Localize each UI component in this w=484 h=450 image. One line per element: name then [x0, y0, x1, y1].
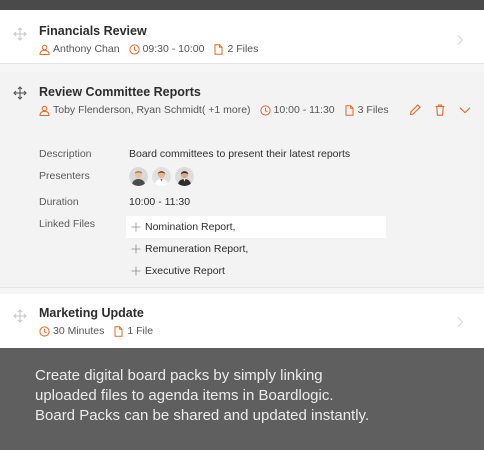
promo-caption: Create digital board packs by simply lin… — [0, 348, 484, 450]
duration-value: 10:00 - 11:30 — [129, 196, 191, 208]
avatar[interactable] — [175, 167, 194, 186]
drag-handle-icon[interactable] — [131, 222, 141, 232]
drag-handle-icon[interactable] — [131, 244, 141, 254]
time-text: 09:30 - 10:00 — [142, 43, 205, 55]
files-count: 3 Files — [357, 104, 389, 116]
agenda-item-meta: Anthony Chan 09:30 - 10:00 2 Files — [39, 43, 258, 55]
presenters-text: Toby Flenderson, Ryan Schmidt( +1 more) — [53, 104, 251, 116]
linked-files-label: Linked Files — [39, 218, 96, 230]
files-count: 1 File — [127, 325, 154, 337]
promo-text: Create digital board packs by simply lin… — [35, 366, 475, 426]
promo-line: Board Packs can be shared and updated in… — [35, 407, 370, 424]
user-icon — [39, 105, 50, 116]
item-actions — [397, 103, 472, 117]
file-icon — [213, 43, 224, 55]
files-count: 2 Files — [227, 43, 259, 55]
promo-line: Create digital board packs by simply lin… — [35, 367, 323, 384]
presenters-label: Presenters — [39, 170, 90, 182]
agenda-item-title[interactable]: Review Committee Reports — [39, 85, 201, 99]
agenda-item-title[interactable]: Marketing Update — [39, 306, 144, 320]
time-text: 10:00 - 11:30 — [273, 104, 335, 116]
time-text: 30 Minutes — [53, 325, 105, 337]
promo-line: uploaded files to agenda items in Boardl… — [35, 387, 334, 404]
agenda-item-title[interactable]: Financials Review — [39, 24, 147, 38]
description-label: Description — [39, 148, 92, 160]
linked-file-name: Executive Report — [145, 265, 225, 277]
chevron-right-icon[interactable] — [454, 34, 466, 46]
top-bar — [0, 0, 484, 10]
user-icon — [39, 44, 50, 55]
chevron-right-icon[interactable] — [454, 316, 466, 328]
avatar[interactable] — [152, 167, 171, 186]
agenda-item-review-committee-reports[interactable]: Review Committee Reports Toby Flenderson… — [0, 72, 484, 288]
description-value: Board committees to present their latest… — [129, 148, 351, 160]
clock-icon — [128, 43, 140, 55]
linked-file-item[interactable]: Executive Report — [126, 260, 386, 282]
agenda-item-meta: 30 Minutes 1 File — [39, 325, 153, 337]
linked-file-item[interactable]: Nomination Report, — [126, 216, 386, 238]
clock-icon — [39, 325, 50, 337]
file-icon — [113, 325, 124, 337]
duration-label: Duration — [39, 196, 79, 208]
presenters-text: Anthony Chan — [53, 43, 120, 55]
clock-icon — [259, 104, 271, 116]
trash-icon[interactable] — [433, 103, 447, 117]
drag-handle-icon[interactable] — [13, 27, 27, 41]
linked-file-name: Remuneration Report, — [145, 243, 249, 255]
agenda-item-marketing-update[interactable]: Marketing Update 30 Minutes 1 File — [0, 294, 484, 348]
linked-files-list: Nomination Report, Remuneration Report, … — [126, 216, 386, 282]
drag-handle-icon[interactable] — [13, 309, 27, 323]
drag-handle-icon[interactable] — [13, 86, 27, 100]
avatar[interactable] — [129, 167, 148, 186]
presenter-avatars — [129, 167, 198, 186]
agenda-item-meta: Toby Flenderson, Ryan Schmidt( +1 more) … — [39, 104, 389, 116]
file-icon — [344, 104, 355, 116]
pencil-icon[interactable] — [408, 103, 422, 117]
agenda-item-financials-review[interactable]: Financials Review Anthony Chan 09:30 - 1… — [0, 10, 484, 64]
agenda-list: Financials Review Anthony Chan 09:30 - 1… — [0, 10, 484, 348]
drag-handle-icon[interactable] — [131, 266, 141, 276]
linked-file-item[interactable]: Remuneration Report, — [126, 238, 386, 260]
linked-file-name: Nomination Report, — [145, 221, 236, 233]
chevron-down-icon[interactable] — [458, 103, 472, 117]
